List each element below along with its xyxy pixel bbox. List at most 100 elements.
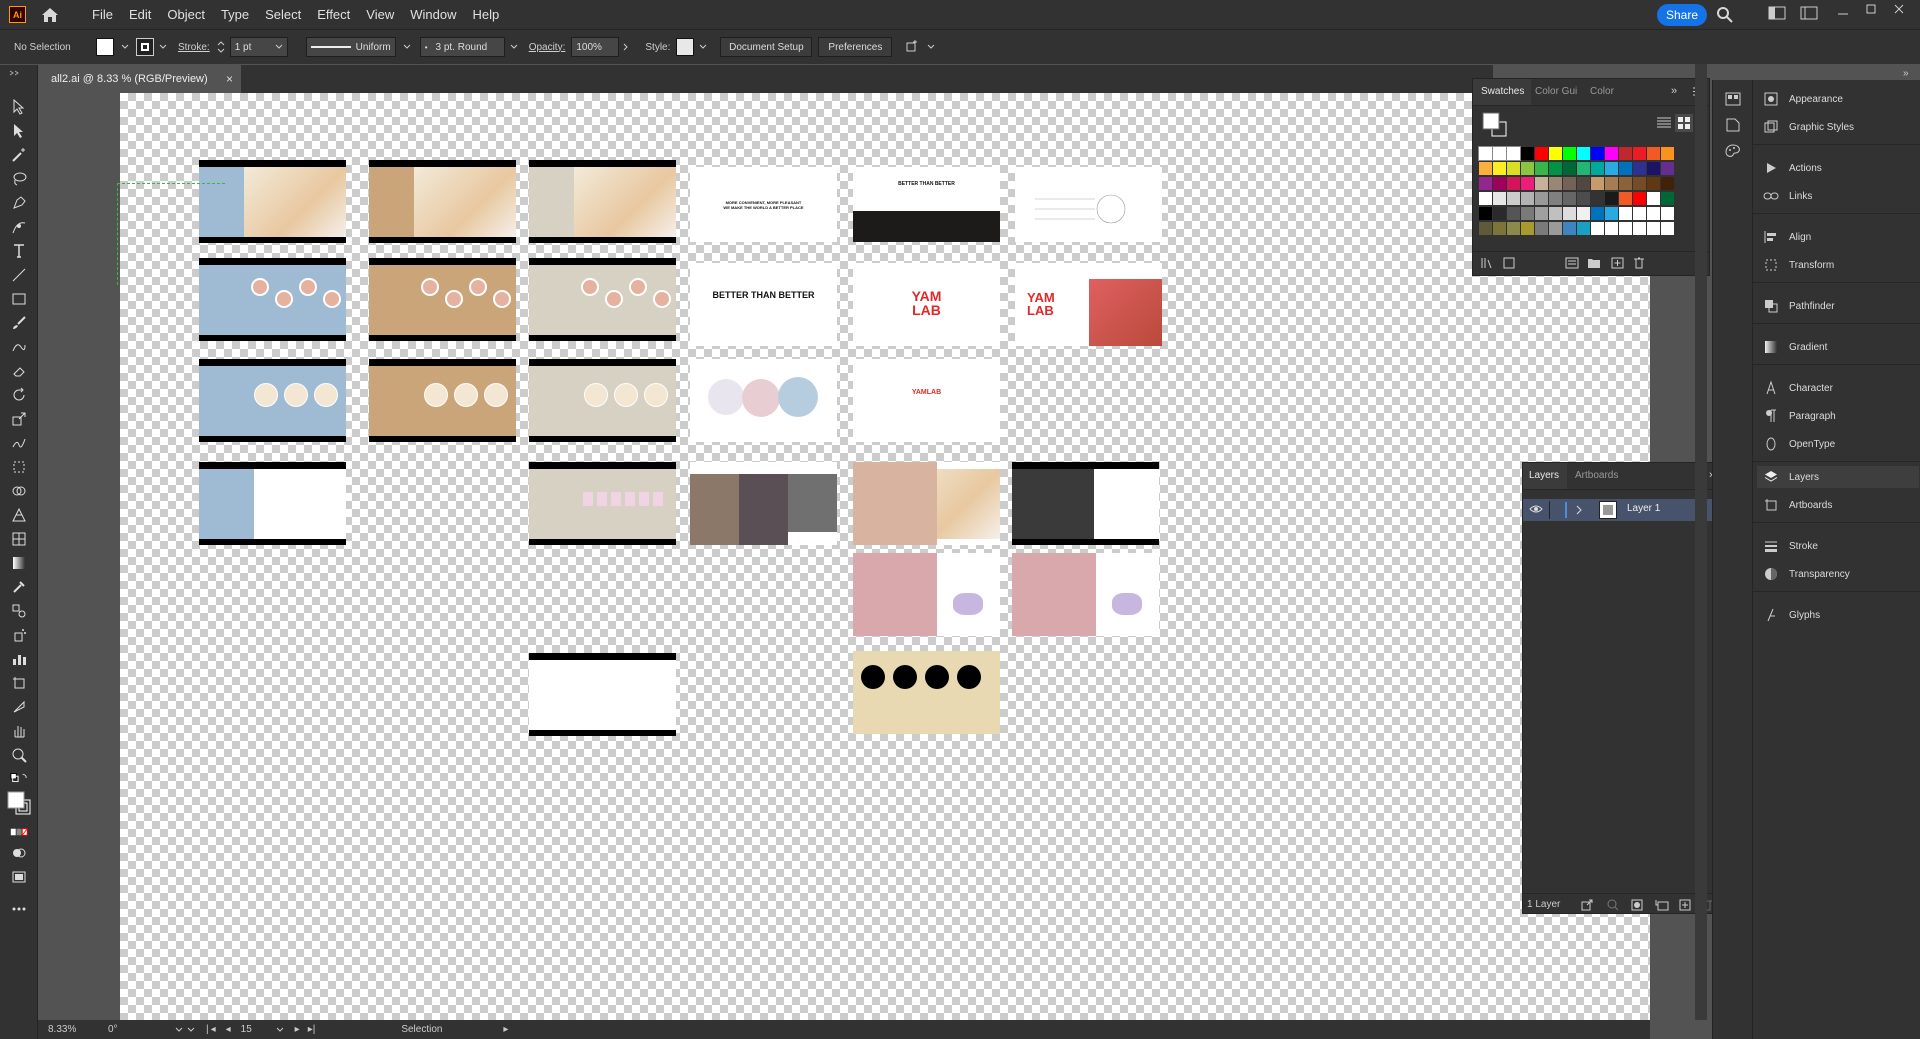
zoom-level[interactable]: 8.33% — [48, 1024, 108, 1035]
collect-export-icon[interactable] — [1581, 899, 1593, 914]
color-swatch[interactable] — [1479, 192, 1492, 205]
color-swatch[interactable] — [1619, 177, 1632, 190]
eraser-tool-icon[interactable] — [10, 362, 28, 380]
color-swatch[interactable] — [1563, 147, 1576, 160]
color-swatch[interactable] — [1521, 222, 1534, 235]
layer-name[interactable]: Layer 1 — [1627, 503, 1660, 514]
dock-paragraph[interactable]: Paragraph — [1763, 405, 1913, 427]
opacity-input[interactable]: 100% — [571, 37, 620, 57]
search-icon[interactable] — [1716, 6, 1734, 23]
color-panel-icon[interactable] — [1725, 144, 1741, 161]
color-swatch[interactable] — [1591, 207, 1604, 220]
color-swatch[interactable] — [1633, 207, 1646, 220]
color-swatch[interactable] — [1535, 147, 1548, 160]
chevron-down-icon[interactable] — [698, 42, 708, 52]
curvature-tool-icon[interactable] — [10, 218, 28, 236]
rectangle-tool-icon[interactable] — [10, 290, 28, 308]
color-swatch[interactable] — [1661, 192, 1674, 205]
menu-object[interactable]: Object — [159, 0, 213, 29]
color-swatch[interactable] — [1591, 162, 1604, 175]
dock-actions[interactable]: Actions — [1763, 157, 1913, 179]
stroke-stepper-icon[interactable] — [216, 39, 226, 55]
color-swatch[interactable] — [1549, 177, 1562, 190]
color-swatch[interactable] — [1633, 162, 1646, 175]
menu-help[interactable]: Help — [464, 0, 507, 29]
artboard[interactable] — [529, 653, 676, 736]
create-sublayer-icon[interactable] — [1655, 899, 1669, 914]
delete-swatch-icon[interactable] — [1633, 257, 1645, 272]
menu-select[interactable]: Select — [257, 0, 309, 29]
color-swatch[interactable] — [1507, 192, 1520, 205]
color-swatch[interactable] — [1591, 147, 1604, 160]
artboard[interactable]: BETTER THAN BETTER — [853, 167, 1000, 242]
color-swatch[interactable] — [1549, 162, 1562, 175]
color-swatch[interactable] — [1619, 222, 1632, 235]
dock-pathfinder[interactable]: Pathfinder — [1763, 295, 1913, 317]
artboard[interactable] — [690, 462, 837, 545]
close-tab-icon[interactable]: × — [226, 72, 233, 86]
color-swatch[interactable] — [1605, 222, 1618, 235]
color-swatch[interactable] — [1521, 162, 1534, 175]
color-swatch[interactable] — [1591, 222, 1604, 235]
artboard-tool-icon[interactable] — [10, 674, 28, 692]
color-swatch[interactable] — [1619, 192, 1632, 205]
color-swatch[interactable] — [1563, 162, 1576, 175]
workspace-icon[interactable] — [1800, 6, 1818, 22]
color-guide-panel-icon[interactable] — [1725, 118, 1741, 135]
previous-artboard-icon[interactable]: ◂ — [226, 1024, 231, 1035]
menu-window[interactable]: Window — [402, 0, 464, 29]
tab-artboards[interactable]: Artboards — [1575, 463, 1631, 489]
color-swatch[interactable] — [1478, 146, 1493, 161]
column-graph-tool-icon[interactable] — [10, 650, 28, 668]
tab-color[interactable]: Color — [1590, 79, 1626, 105]
menu-view[interactable]: View — [358, 0, 402, 29]
artboard[interactable]: BETTER THAN BETTER — [690, 263, 837, 346]
color-swatch[interactable] — [1507, 222, 1520, 235]
color-swatch[interactable] — [1549, 222, 1562, 235]
color-swatch[interactable] — [1605, 162, 1618, 175]
color-swatch[interactable] — [1647, 147, 1660, 160]
color-swatch[interactable] — [1563, 207, 1576, 220]
symbol-sprayer-tool-icon[interactable] — [10, 626, 28, 644]
color-swatch[interactable] — [1521, 177, 1534, 190]
variable-width-profile[interactable]: Uniform — [305, 37, 396, 57]
gradient-tool-icon[interactable] — [10, 554, 28, 572]
color-swatch[interactable] — [1619, 147, 1632, 160]
color-swatch[interactable] — [1521, 147, 1534, 160]
dock-opentype[interactable]: OpenType — [1763, 433, 1913, 455]
arrange-documents-icon[interactable] — [1768, 6, 1786, 22]
opacity-label[interactable]: Opacity: — [529, 42, 566, 53]
artboard[interactable] — [199, 359, 346, 442]
rotation-angle[interactable]: 0° — [108, 1024, 168, 1035]
color-swatch[interactable] — [1605, 192, 1618, 205]
stroke-label[interactable]: Stroke: — [178, 42, 210, 53]
artboard[interactable] — [529, 160, 676, 243]
locate-object-icon[interactable] — [1607, 899, 1619, 914]
chevron-down-icon[interactable] — [509, 42, 519, 52]
color-swatch[interactable] — [1605, 207, 1618, 220]
color-swatch[interactable] — [1479, 207, 1492, 220]
color-swatch[interactable] — [1647, 207, 1660, 220]
color-swatch[interactable] — [1633, 192, 1646, 205]
menu-type[interactable]: Type — [213, 0, 257, 29]
color-swatch[interactable] — [1633, 177, 1646, 190]
artboard-number[interactable]: 15 — [241, 1024, 275, 1035]
color-swatch[interactable] — [1563, 192, 1576, 205]
artboard[interactable] — [369, 258, 516, 341]
color-swatch[interactable] — [1493, 207, 1506, 220]
rotate-tool-icon[interactable] — [10, 386, 28, 404]
dock-glyphs[interactable]: Glyphs — [1763, 604, 1913, 626]
magic-wand-tool-icon[interactable] — [10, 146, 28, 164]
color-swatch[interactable] — [1535, 222, 1548, 235]
edit-toolbar-icon[interactable] — [10, 900, 28, 918]
dock-align[interactable]: Align — [1763, 226, 1913, 248]
share-button[interactable]: Share — [1657, 4, 1707, 26]
menu-edit[interactable]: Edit — [121, 0, 159, 29]
canvas[interactable]: MORE CONVENIENT, MORE PLEASANT WE MAKE TH… — [38, 93, 1650, 1020]
color-swatch[interactable] — [1633, 147, 1646, 160]
artboard[interactable] — [369, 359, 516, 442]
first-artboard-icon[interactable]: |◂ — [206, 1024, 218, 1035]
stroke-swatch[interactable] — [136, 38, 154, 56]
dock-graphic-styles[interactable]: Graphic Styles — [1763, 116, 1913, 138]
eyedropper-tool-icon[interactable] — [10, 578, 28, 596]
